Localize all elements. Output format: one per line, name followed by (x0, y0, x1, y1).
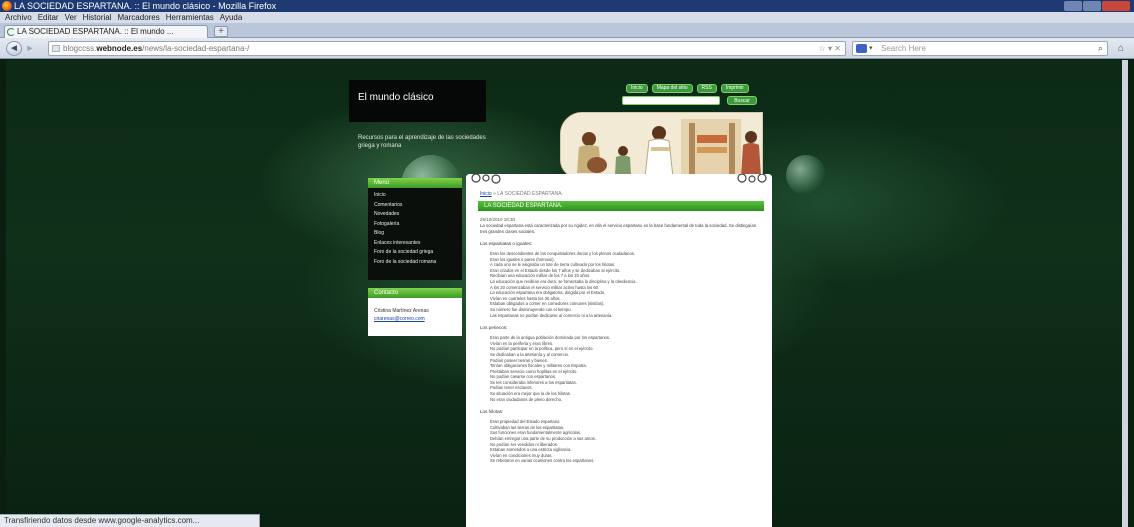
status-bar: Transfiriendo datos desde www.google-ana… (0, 514, 260, 527)
section-heading: Los espartiatas o iguales: (480, 241, 533, 246)
sidebar-item-foro-romana[interactable]: Foro de la sociedad romana (374, 258, 462, 268)
top-nav-sitemap[interactable]: Mapa del sitio (651, 84, 693, 93)
new-tab-button[interactable]: + (214, 26, 228, 37)
site-title[interactable]: El mundo clásico (358, 92, 434, 103)
tab-bar: LA SOCIEDAD ESPARTANA. :: El mundo ... + (0, 23, 1134, 38)
contact-heading: Contacto (368, 288, 462, 298)
bookmark-star-icon[interactable]: ☆ ▾ ✕ (819, 42, 841, 55)
list-item: Se rebelaron en varias ocasiones contra … (490, 458, 762, 464)
minimize-button[interactable] (1064, 1, 1082, 11)
hero-illustration (560, 112, 763, 178)
top-nav-inicio[interactable]: Inicio (626, 84, 648, 93)
menu-marcadores[interactable]: Marcadores (116, 12, 162, 23)
navigation-toolbar: ◄ ► blogccss.webnode.es/news/la-sociedad… (0, 38, 1134, 59)
menu-archivo[interactable]: Archivo (3, 12, 34, 23)
web-page: El mundo clásico Recursos para el aprend… (6, 60, 1128, 527)
header-panel: Inicio Mapa del sitio RSS Imprimir Busca… (560, 82, 763, 178)
sidebar-item-blog[interactable]: Blog (374, 229, 462, 239)
window-controls (1064, 1, 1130, 11)
search-bar[interactable]: ▾ Search Here ⌕ (852, 41, 1108, 56)
article-body: 25/10/2010 18:30 La sociedad espartana e… (480, 216, 762, 527)
greek-scene-image (561, 113, 762, 177)
article-card: Inicio » LA SOCIEDAD ESPARTANA. LA SOCIE… (466, 174, 772, 527)
section-list: Eran los descendientes de los conquistad… (480, 251, 762, 318)
site-identity-icon[interactable] (52, 45, 60, 52)
firefox-icon (2, 1, 12, 11)
article-date: 25/10/2010 18:30 (480, 217, 516, 222)
engine-dropdown-icon[interactable]: ▾ (869, 42, 873, 55)
top-nav-imprimir[interactable]: Imprimir (720, 84, 749, 93)
tab-label: LA SOCIEDAD ESPARTANA. :: El mundo ... (17, 27, 174, 36)
breadcrumb: Inicio » LA SOCIEDAD ESPARTANA. (480, 191, 563, 197)
section-list: Eran parte de la antigua población domin… (480, 335, 762, 402)
sidebar-item-comentarios[interactable]: Comentarios (374, 201, 462, 211)
article-title: LA SOCIEDAD ESPARTANA. (478, 201, 764, 211)
sidebar-contact: Contacto Cristina Martínez Arenas criare… (368, 288, 462, 336)
tab-active[interactable]: LA SOCIEDAD ESPARTANA. :: El mundo ... (4, 25, 208, 38)
decorative-border (466, 174, 772, 186)
breadcrumb-current: LA SOCIEDAD ESPARTANA. (497, 191, 563, 197)
site-search-input[interactable] (622, 96, 720, 105)
section-heading: Los hilotas: (480, 409, 504, 415)
article-intro: La sociedad espartana está caracterizada… (480, 223, 757, 234)
sidebar-item-fotogaleria[interactable]: Fotogalería (374, 220, 462, 230)
list-item: No eran ciudadanos de pleno derecho. (490, 397, 762, 403)
top-navigation: Inicio Mapa del sitio RSS Imprimir (626, 84, 749, 93)
close-window-button[interactable] (1101, 1, 1130, 11)
section-list: Eran propiedad del Estado espartano. Cul… (480, 419, 762, 464)
section-heading: Los periecos: (480, 325, 508, 331)
decorative-bubble (786, 155, 826, 195)
search-icon[interactable]: ⌕ (1098, 42, 1103, 55)
search-engine-icon[interactable] (856, 44, 867, 53)
home-icon[interactable]: ⌂ (1114, 42, 1128, 55)
sidebar-item-enlaces[interactable]: Enlaces interesantes (374, 239, 462, 249)
site-title-box: El mundo clásico (349, 80, 486, 122)
list-item: Las espartanas no podían dedicarse al co… (490, 313, 762, 319)
url-prefix: blogccss. (63, 44, 97, 53)
window-title: LA SOCIEDAD ESPARTANA. :: El mundo clási… (14, 1, 277, 11)
url-path: /news/la-sociedad-espartana-/ (142, 44, 250, 53)
menu-herramientas[interactable]: Herramientas (164, 12, 216, 23)
menu-heading: Menú (368, 178, 462, 188)
sidebar-item-foro-griega[interactable]: Foro de la sociedad griega (374, 248, 462, 258)
loading-spinner-icon (7, 28, 15, 36)
forward-button[interactable]: ► (24, 43, 36, 54)
menu-editar[interactable]: Editar (36, 12, 61, 23)
url-bar[interactable]: blogccss.webnode.es/news/la-sociedad-esp… (48, 41, 846, 56)
contact-name: Cristina Martínez Arenas (374, 308, 429, 314)
breadcrumb-home-link[interactable]: Inicio (480, 191, 492, 197)
search-placeholder: Search Here (881, 44, 926, 53)
menu-ver[interactable]: Ver (63, 12, 79, 23)
browser-window: LA SOCIEDAD ESPARTANA. :: El mundo clási… (0, 0, 1134, 527)
sidebar-item-inicio[interactable]: Inicio (374, 191, 462, 201)
menu-list: Inicio Comentarios Novedades Fotogalería… (368, 188, 462, 267)
menu-bar: Archivo Editar Ver Historial Marcadores … (0, 12, 1134, 23)
sidebar-item-novedades[interactable]: Novedades (374, 210, 462, 220)
contact-email-link[interactable]: criarenas@correo.com (368, 315, 462, 323)
breadcrumb-separator: » (493, 191, 496, 197)
maximize-button[interactable] (1082, 1, 1101, 11)
top-nav-rss[interactable]: RSS (696, 84, 717, 93)
url-domain: webnode.es (96, 44, 143, 53)
site-search-button[interactable]: Buscar (727, 96, 757, 105)
window-title-bar: LA SOCIEDAD ESPARTANA. :: El mundo clási… (0, 0, 1134, 12)
menu-historial[interactable]: Historial (81, 12, 114, 23)
site-slogan: Recursos para el aprendizaje de las soci… (358, 135, 486, 149)
page-scrollbar[interactable] (1122, 60, 1128, 527)
menu-ayuda[interactable]: Ayuda (218, 12, 245, 23)
back-button[interactable]: ◄ (6, 41, 22, 56)
sidebar-menu: Menú Inicio Comentarios Novedades Fotoga… (368, 178, 462, 280)
